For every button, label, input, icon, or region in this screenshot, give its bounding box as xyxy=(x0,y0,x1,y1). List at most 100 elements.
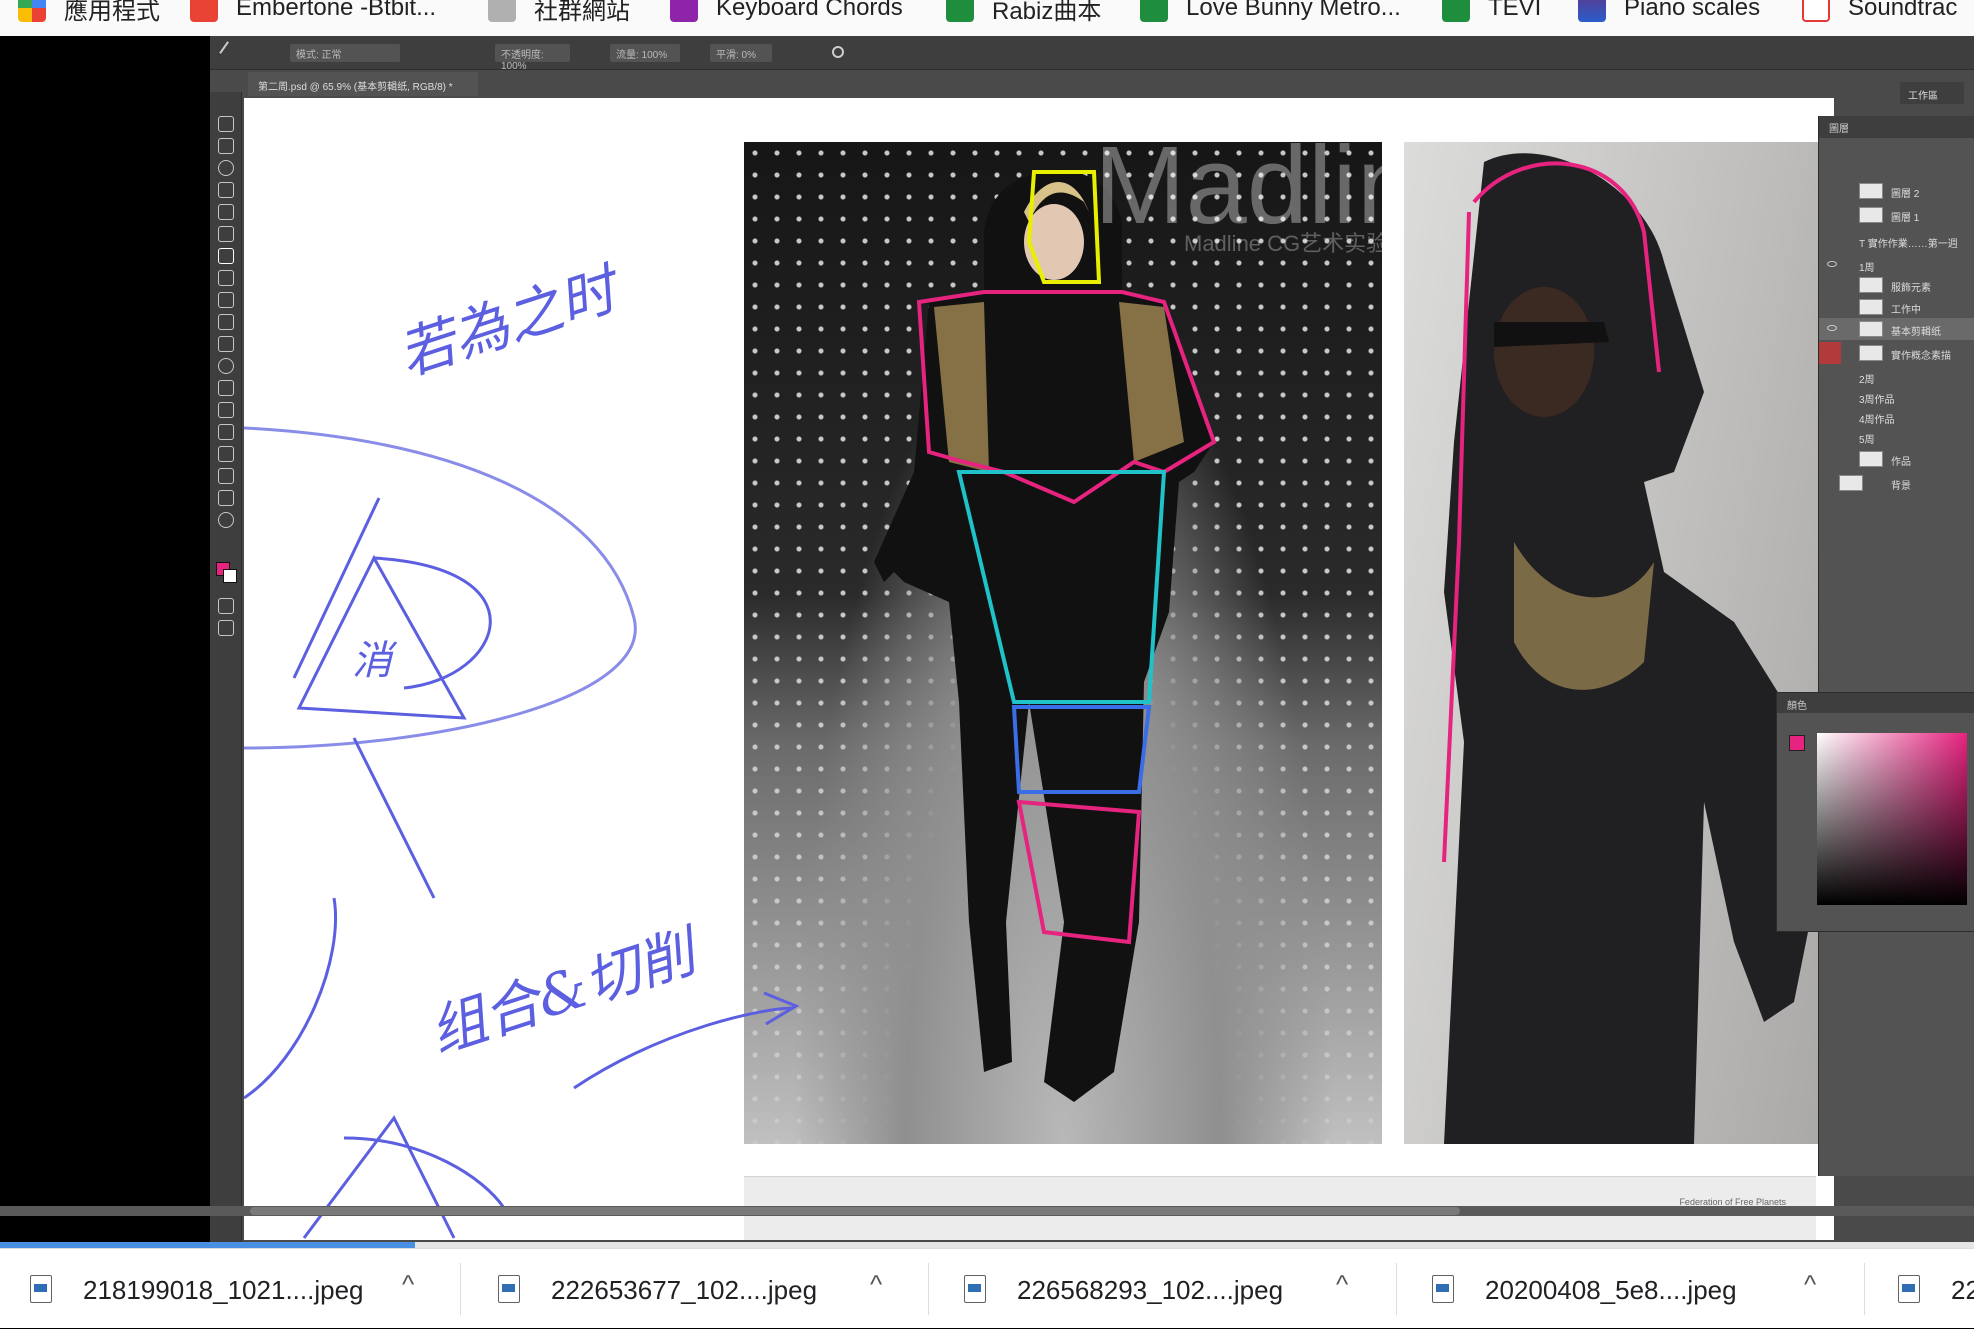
layer-name: 工作中 xyxy=(1891,305,1921,316)
layer-row[interactable]: 背景 xyxy=(1819,472,1974,494)
soc-logo-icon xyxy=(1802,0,1830,22)
pen-tool-icon[interactable] xyxy=(218,402,234,418)
stamp-tool-icon[interactable] xyxy=(218,270,234,286)
bookmark-label: Piano scales xyxy=(1624,0,1761,21)
background-color-swatch[interactable] xyxy=(223,569,237,583)
opacity-field[interactable]: 不透明度: 100% xyxy=(495,44,570,72)
screen-mode-icon[interactable] xyxy=(218,620,234,636)
layer-row[interactable]: 工作中 xyxy=(1819,296,1974,318)
workspace-button[interactable]: 工作區 xyxy=(1900,82,1964,104)
magic-wand-tool-icon[interactable] xyxy=(218,182,234,198)
chevron-up-icon[interactable]: ^ xyxy=(1804,1269,1816,1300)
blur-tool-icon[interactable] xyxy=(218,358,234,374)
history-brush-tool-icon[interactable] xyxy=(218,292,234,308)
annotation-top: 若為之时 xyxy=(390,257,625,389)
layer-name: 實作概念素描 xyxy=(1891,351,1951,362)
layer-name: 2周 xyxy=(1859,375,1875,386)
layer-group-row[interactable]: 2周 xyxy=(1819,366,1974,388)
current-color-swatch[interactable] xyxy=(1789,735,1805,751)
download-item[interactable]: 218199018_1021....jpeg ^ xyxy=(0,1249,460,1329)
brush-icon[interactable] xyxy=(219,41,239,61)
hand-tool-icon[interactable] xyxy=(218,490,234,506)
layer-thumbnail xyxy=(1859,183,1883,199)
download-item[interactable]: 22 xyxy=(1868,1249,1974,1329)
zoom-tool-icon[interactable] xyxy=(218,512,234,528)
lasso-tool-icon[interactable] xyxy=(218,160,234,176)
layer-row-selected[interactable]: 基本剪輯纸 xyxy=(1819,318,1974,340)
layer-row[interactable]: 圖層 2 xyxy=(1819,180,1974,202)
bit-logo-icon xyxy=(190,0,218,22)
eraser-tool-icon[interactable] xyxy=(218,314,234,330)
layer-name: 5周 xyxy=(1859,435,1875,446)
mode-select[interactable]: 模式: 正常 xyxy=(290,44,400,62)
bookmark-label: 社群網站 xyxy=(534,0,630,25)
divider xyxy=(1396,1263,1397,1315)
document-tab[interactable]: 第二周.psd @ 65.9% (基本剪輯纸, RGB/8) * xyxy=(248,72,478,96)
tools-panel xyxy=(210,92,242,1242)
jpeg-file-icon xyxy=(1432,1275,1454,1303)
gradient-tool-icon[interactable] xyxy=(218,336,234,352)
settings-gear-icon[interactable] xyxy=(832,46,844,58)
layer-thumbnail xyxy=(1859,277,1883,293)
watermark-subtitle: Madline CG艺术实验室 xyxy=(1184,231,1382,256)
headdress-silhouette xyxy=(1442,153,1814,1144)
document-canvas[interactable]: Madline Madline CG艺术实验室 Federation of Fr… xyxy=(244,98,1834,1240)
download-filename: 226568293_102....jpeg xyxy=(1017,1275,1284,1305)
runway-model-photo: Madline Madline CG艺术实验室 xyxy=(744,142,1382,1144)
crop-tool-icon[interactable] xyxy=(218,204,234,220)
download-item[interactable]: 226568293_102....jpeg ^ xyxy=(934,1249,1394,1329)
download-filename: 218199018_1021....jpeg xyxy=(83,1275,364,1305)
shape-tool-icon[interactable] xyxy=(218,468,234,484)
tumblr-icon xyxy=(670,0,698,22)
chevron-up-icon[interactable]: ^ xyxy=(1336,1269,1348,1300)
smoothing-field[interactable]: 平滑: 0% xyxy=(710,44,772,62)
brush-tool-icon[interactable] xyxy=(218,248,234,264)
layer-name: 3周作品 xyxy=(1859,395,1895,406)
download-item[interactable]: 20200408_5e8....jpeg ^ xyxy=(1402,1249,1862,1329)
marquee-tool-icon[interactable] xyxy=(218,138,234,154)
dodge-tool-icon[interactable] xyxy=(218,380,234,396)
saturation-brightness-field[interactable] xyxy=(1817,733,1967,905)
layer-row[interactable]: T 實作作業……第一週 xyxy=(1819,230,1974,252)
bookmark-social[interactable]: 社群網站 xyxy=(488,0,630,26)
type-tool-icon[interactable] xyxy=(218,424,234,440)
layer-group-row[interactable]: 5周 xyxy=(1819,426,1974,448)
layer-row[interactable]: 圖層 1 xyxy=(1819,204,1974,226)
bookmark-soundtrac[interactable]: Soundtrac xyxy=(1802,0,1957,26)
bookmark-label: Keyboard Chords xyxy=(716,0,903,21)
bookmark-tevi[interactable]: TEVI xyxy=(1442,0,1541,26)
chevron-up-icon[interactable]: ^ xyxy=(402,1269,414,1300)
bookmark-apps[interactable]: 應用程式 xyxy=(18,0,160,26)
layer-name: T 實作作業……第一週 xyxy=(1859,239,1958,250)
bookmark-rabiz[interactable]: Rabiz曲本 xyxy=(946,0,1101,26)
horizontal-scrollbar[interactable] xyxy=(0,1206,1974,1216)
layer-group-row[interactable]: 4周作品 xyxy=(1819,406,1974,428)
layer-name: 1周 xyxy=(1859,263,1875,274)
bookmark-love-bunny[interactable]: Love Bunny Metro... xyxy=(1140,0,1401,26)
layer-row[interactable]: 作品 xyxy=(1819,448,1974,470)
layer-group-row[interactable]: 3周作品 xyxy=(1819,386,1974,408)
jpeg-file-icon xyxy=(1898,1275,1920,1303)
layer-group-row[interactable]: 1周 xyxy=(1819,254,1974,276)
chevron-up-icon[interactable]: ^ xyxy=(870,1269,882,1300)
move-tool-icon[interactable] xyxy=(218,116,234,132)
eye-icon[interactable] xyxy=(1827,325,1837,331)
divider xyxy=(928,1263,929,1315)
bookmark-keyboard-chords[interactable]: Keyboard Chords xyxy=(670,0,903,26)
bookmark-label: Rabiz曲本 xyxy=(992,0,1102,25)
path-select-tool-icon[interactable] xyxy=(218,446,234,462)
download-item[interactable]: 222653677_102....jpeg ^ xyxy=(468,1249,928,1329)
layer-color-tag xyxy=(1819,342,1841,364)
eyedropper-tool-icon[interactable] xyxy=(218,226,234,242)
eye-icon[interactable] xyxy=(1827,261,1837,267)
layer-row[interactable]: 服飾元素 xyxy=(1819,274,1974,296)
bookmark-embertone[interactable]: Embertone -Btbit... xyxy=(190,0,436,26)
flow-field[interactable]: 流量: 100% xyxy=(610,44,680,62)
layer-row[interactable]: 實作概念素描 xyxy=(1819,342,1974,364)
quick-mask-icon[interactable] xyxy=(218,598,234,614)
bookmark-piano-scales[interactable]: Piano scales xyxy=(1578,0,1760,26)
headdress-model-photo xyxy=(1404,142,1832,1144)
scrollbar-thumb[interactable] xyxy=(250,1207,1460,1215)
layer-thumbnail xyxy=(1859,299,1883,315)
layer-thumbnail xyxy=(1859,207,1883,223)
